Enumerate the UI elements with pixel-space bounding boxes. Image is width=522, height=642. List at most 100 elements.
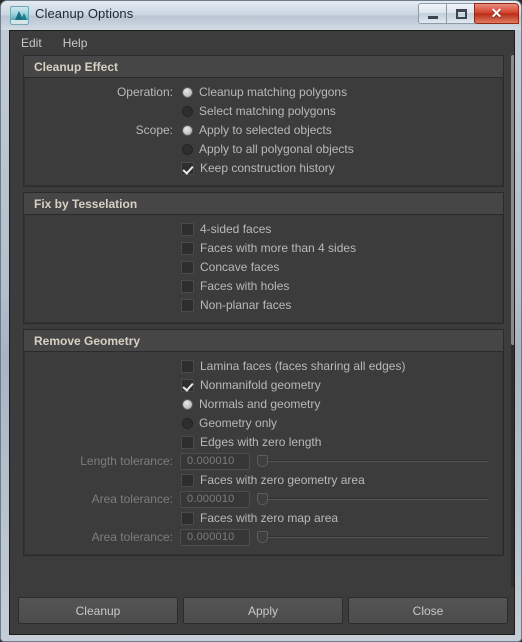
slider-handle[interactable] bbox=[257, 531, 268, 543]
minimize-icon bbox=[428, 16, 438, 19]
checkbox[interactable] bbox=[181, 161, 194, 175]
checkbox-label[interactable]: Faces with holes bbox=[194, 279, 289, 293]
group-body: Operation: Cleanup matching polygons Selec… bbox=[24, 78, 503, 186]
tolerance-input[interactable]: 0.000010 bbox=[180, 452, 250, 470]
checkbox[interactable] bbox=[181, 222, 194, 236]
radio-button[interactable] bbox=[182, 124, 193, 136]
checkbox[interactable] bbox=[181, 511, 194, 525]
maximize-icon bbox=[456, 9, 467, 19]
scrollbar-thumb[interactable] bbox=[511, 55, 514, 345]
tolerance-slider[interactable] bbox=[257, 492, 489, 506]
option-row: Area tolerance: 0.000010 bbox=[25, 528, 502, 546]
option-row: Geometry only bbox=[25, 414, 502, 432]
minimize-button[interactable] bbox=[418, 3, 447, 24]
option-row: Non-planar faces bbox=[25, 296, 502, 314]
option-row: Lamina faces (faces sharing all edges) bbox=[25, 357, 502, 375]
close-icon: ✕ bbox=[490, 5, 503, 21]
radio-label[interactable]: Geometry only bbox=[193, 416, 277, 430]
option-row: Nonmanifold geometry bbox=[25, 376, 502, 394]
checkbox[interactable] bbox=[181, 435, 194, 449]
option-label: Scope: bbox=[135, 123, 173, 137]
checkbox-label[interactable]: Faces with zero map area bbox=[194, 511, 338, 525]
window-title: Cleanup Options bbox=[35, 6, 134, 21]
group-fix-by-tesselation: Fix by Tesselation 4-sided faces Faces wit… bbox=[23, 192, 504, 324]
radio-button[interactable] bbox=[182, 417, 193, 429]
group-body: 4-sided faces Faces with more than 4 side… bbox=[24, 215, 503, 323]
option-row: Faces with holes bbox=[25, 277, 502, 295]
option-row: Length tolerance: 0.000010 bbox=[25, 452, 502, 470]
option-row: Area tolerance: 0.000010 bbox=[25, 490, 502, 508]
radio-label[interactable]: Normals and geometry bbox=[193, 397, 320, 411]
option-row: Edges with zero length bbox=[25, 433, 502, 451]
checkbox-label[interactable]: Edges with zero length bbox=[194, 435, 321, 449]
menu-edit[interactable]: Edit bbox=[21, 34, 51, 53]
checkbox-label[interactable]: Concave faces bbox=[194, 260, 279, 274]
slider-handle[interactable] bbox=[257, 455, 268, 467]
slider-handle[interactable] bbox=[257, 493, 268, 505]
options-groups: Cleanup Effect Operation: Cleanup matching… bbox=[10, 55, 514, 556]
window-controls: ✕ bbox=[418, 3, 519, 25]
checkbox[interactable] bbox=[181, 298, 194, 312]
options-scroll-area: Cleanup Effect Operation: Cleanup matching… bbox=[10, 55, 514, 587]
checkbox[interactable] bbox=[181, 241, 194, 255]
option-row: Concave faces bbox=[25, 258, 502, 276]
radio-button[interactable] bbox=[182, 86, 193, 98]
maximize-button[interactable] bbox=[446, 3, 475, 24]
group-cleanup-effect: Cleanup Effect Operation: Cleanup matching… bbox=[23, 55, 504, 187]
option-row: Select matching polygons bbox=[25, 102, 502, 120]
option-label: Length tolerance: bbox=[80, 454, 173, 468]
checkbox[interactable] bbox=[181, 359, 194, 373]
option-row: Faces with more than 4 sides bbox=[25, 239, 502, 257]
option-row: Keep construction history bbox=[25, 159, 502, 177]
checkbox-label[interactable]: 4-sided faces bbox=[194, 222, 271, 236]
tolerance-slider[interactable] bbox=[257, 530, 489, 544]
checkbox[interactable] bbox=[181, 279, 194, 293]
group-body: Lamina faces (faces sharing all edges) No… bbox=[24, 352, 503, 555]
radio-label[interactable]: Apply to all polygonal objects bbox=[193, 142, 354, 156]
dialog-client-area: Edit Help Cleanup Effect Operation: Cleanu… bbox=[9, 30, 515, 635]
checkbox-label[interactable]: Faces with zero geometry area bbox=[194, 473, 365, 487]
checkbox-label[interactable]: Non-planar faces bbox=[194, 298, 291, 312]
tolerance-slider[interactable] bbox=[257, 454, 489, 468]
group-title: Remove Geometry bbox=[24, 330, 503, 352]
group-title: Cleanup Effect bbox=[24, 56, 503, 78]
maya-icon bbox=[10, 6, 29, 25]
checkbox-label[interactable]: Lamina faces (faces sharing all edges) bbox=[194, 359, 405, 373]
radio-button[interactable] bbox=[182, 105, 193, 117]
menu-bar: Edit Help bbox=[10, 31, 514, 55]
radio-label[interactable]: Cleanup matching polygons bbox=[193, 85, 347, 99]
option-row: 4-sided faces bbox=[25, 220, 502, 238]
group-remove-geometry: Remove Geometry Lamina faces (faces shari… bbox=[23, 329, 504, 556]
option-row: Apply to all polygonal objects bbox=[25, 140, 502, 158]
option-row: Scope: Apply to selected objects bbox=[25, 121, 502, 139]
radio-button[interactable] bbox=[182, 143, 193, 155]
close-button[interactable]: ✕ bbox=[474, 3, 519, 24]
window-titlebar[interactable]: Cleanup Options ✕ bbox=[1, 1, 521, 30]
close-dialog-button[interactable]: Close bbox=[348, 597, 508, 624]
apply-button[interactable]: Apply bbox=[183, 597, 343, 624]
radio-label[interactable]: Select matching polygons bbox=[193, 104, 336, 118]
dialog-button-bar: Cleanup Apply Close bbox=[10, 587, 514, 634]
checkbox-label[interactable]: Faces with more than 4 sides bbox=[194, 241, 356, 255]
vertical-scrollbar[interactable] bbox=[511, 55, 514, 587]
menu-help[interactable]: Help bbox=[63, 34, 97, 53]
slider-track bbox=[264, 536, 489, 538]
option-row: Normals and geometry bbox=[25, 395, 502, 413]
slider-track bbox=[264, 460, 489, 462]
cleanup-options-window: Cleanup Options ✕ Edit Help Cleanup Effe… bbox=[0, 0, 522, 642]
checkbox[interactable] bbox=[181, 260, 194, 274]
tolerance-input[interactable]: 0.000010 bbox=[180, 490, 250, 508]
group-title: Fix by Tesselation bbox=[24, 193, 503, 215]
radio-button[interactable] bbox=[182, 398, 193, 410]
option-row: Faces with zero geometry area bbox=[25, 471, 502, 489]
cleanup-button[interactable]: Cleanup bbox=[18, 597, 178, 624]
checkbox[interactable] bbox=[181, 378, 194, 392]
checkbox-label[interactable]: Keep construction history bbox=[194, 161, 335, 175]
tolerance-input[interactable]: 0.000010 bbox=[180, 528, 250, 546]
radio-label[interactable]: Apply to selected objects bbox=[193, 123, 332, 137]
checkbox[interactable] bbox=[181, 473, 194, 487]
option-label: Area tolerance: bbox=[91, 530, 173, 544]
option-label: Operation: bbox=[116, 85, 173, 99]
option-row: Faces with zero map area bbox=[25, 509, 502, 527]
checkbox-label[interactable]: Nonmanifold geometry bbox=[194, 378, 321, 392]
